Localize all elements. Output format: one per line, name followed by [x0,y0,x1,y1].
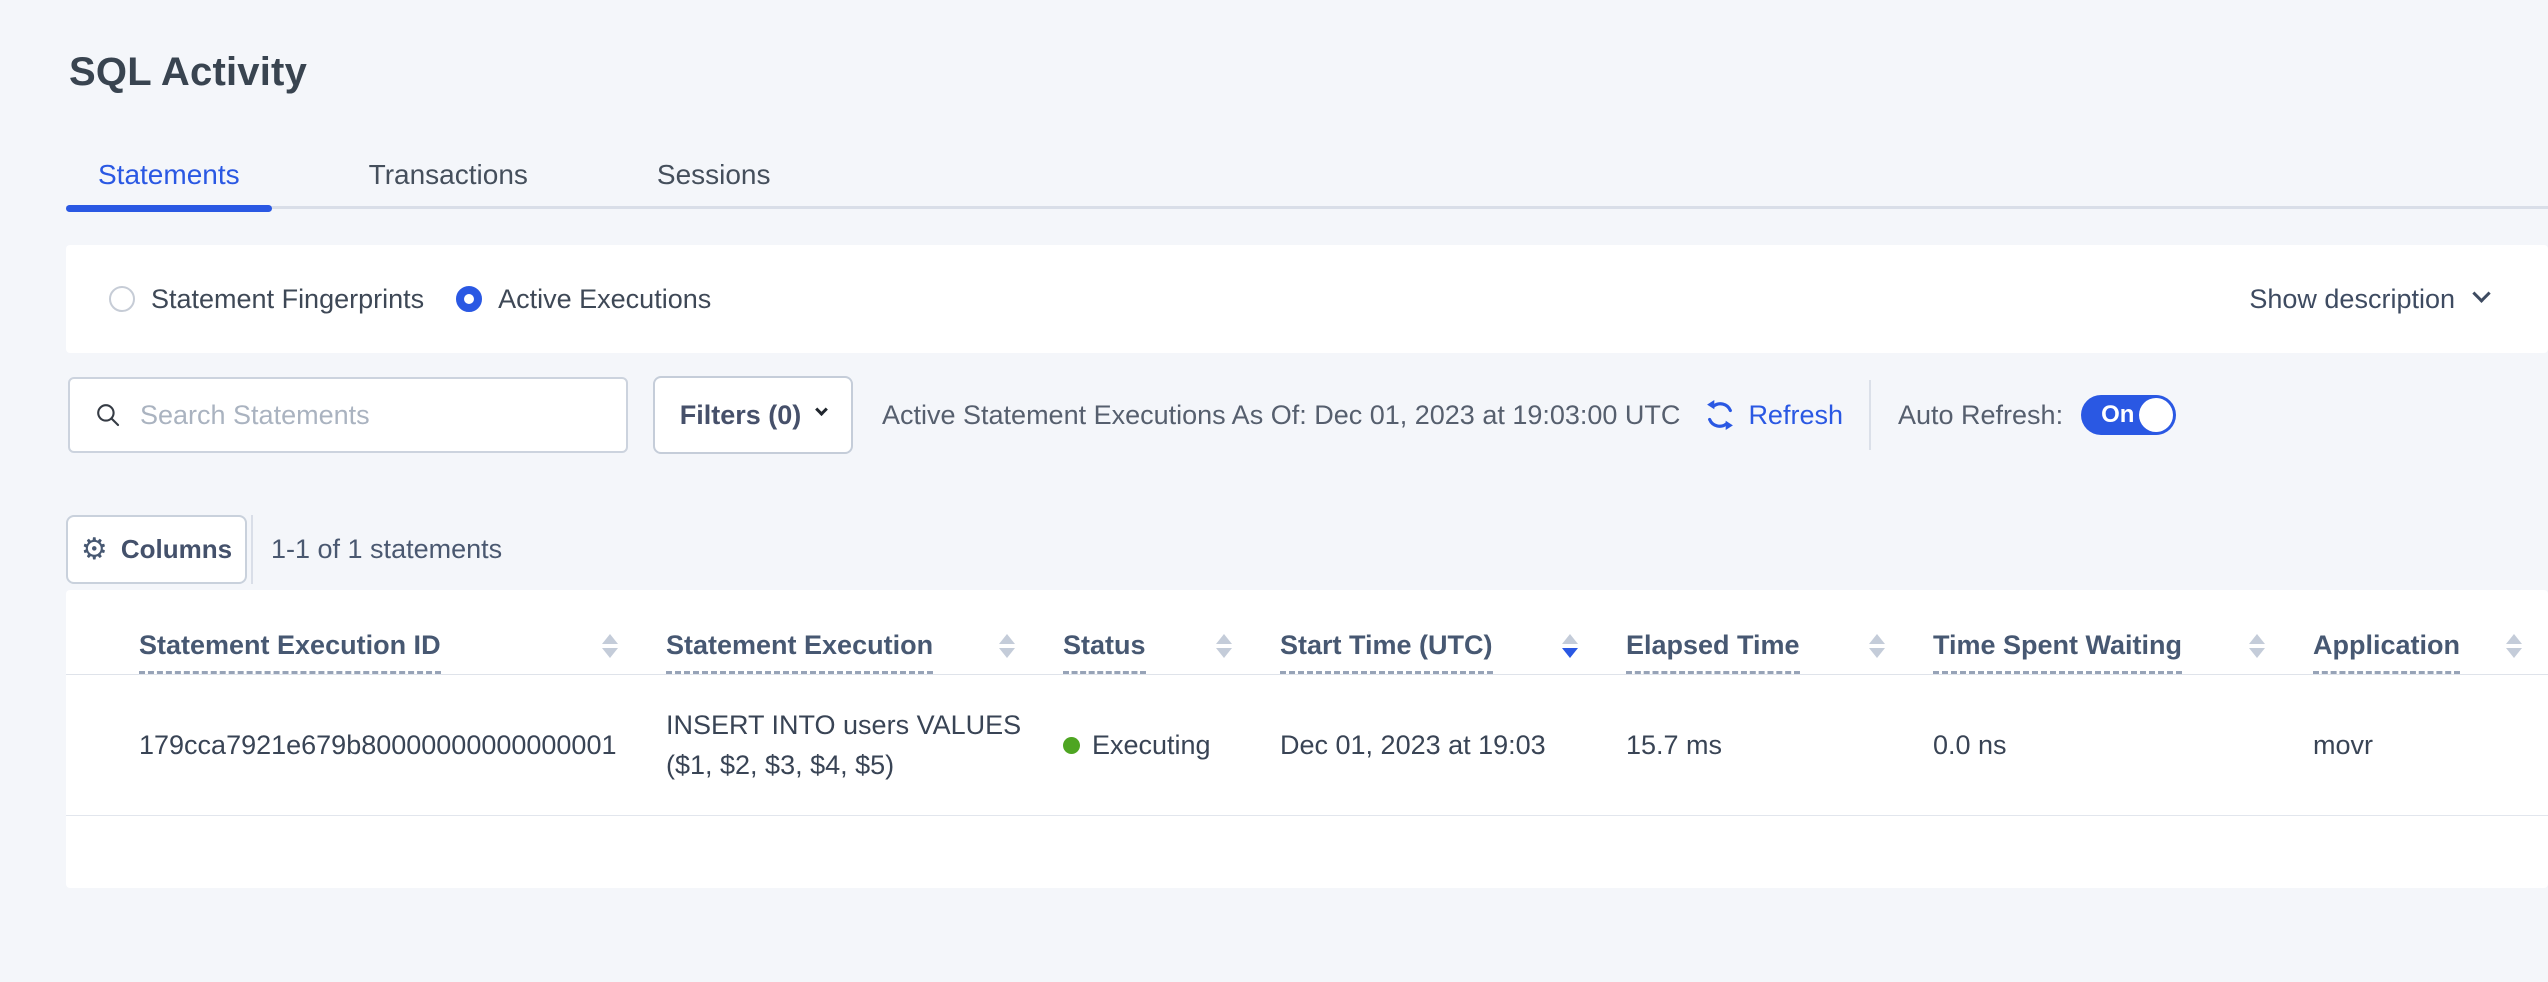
cell-start-time: Dec 01, 2023 at 19:03 [1280,730,1626,761]
show-description-toggle[interactable]: Show description [2249,284,2488,315]
search-icon [94,401,122,429]
column-header-statement-execution[interactable]: Statement Execution [666,630,1063,674]
column-header-status[interactable]: Status [1063,630,1280,674]
sort-icons [1216,634,1232,658]
column-header-start-time[interactable]: Start Time (UTC) [1280,630,1626,674]
columns-button-label: Columns [121,534,232,565]
auto-refresh-toggle[interactable]: On [2081,395,2176,435]
cell-time-spent-waiting: 0.0 ns [1933,730,2313,761]
auto-refresh-label: Auto Refresh: [1898,400,2063,431]
radio-label: Statement Fingerprints [151,284,424,315]
status-label: Executing [1092,730,1211,761]
refresh-link[interactable]: Refresh [1748,400,1843,431]
table-header-row: Statement Execution ID Statement Executi… [66,590,2548,675]
radio-icon [109,286,135,312]
radio-icon [456,286,482,312]
statements-table: Statement Execution ID Statement Executi… [66,590,2548,888]
refresh-icon[interactable] [1702,397,1738,433]
column-header-statement-execution-id[interactable]: Statement Execution ID [66,630,666,674]
table-row[interactable]: 179cca7921e679b80000000000000001 INSERT … [66,675,2548,816]
columns-button[interactable]: ⚙ Columns [66,515,247,584]
tab-transactions[interactable]: Transactions [337,140,560,209]
cell-statement: INSERT INTO users VALUES ($1, $2, $3, $4… [666,705,1063,785]
radio-label: Active Executions [498,284,711,315]
column-header-application[interactable]: Application [2313,630,2548,674]
sort-icons [2506,634,2522,658]
toolbar: Filters (0) Active Statement Executions … [68,377,2548,453]
tab-statements[interactable]: Statements [66,140,272,209]
cell-elapsed-time: 15.7 ms [1626,730,1933,761]
sort-icons [1562,634,1578,658]
cell-execution-id: 179cca7921e679b80000000000000001 [66,730,666,761]
radio-active-executions[interactable]: Active Executions [456,284,711,315]
search-box[interactable] [68,377,628,453]
gear-icon: ⚙ [81,535,108,565]
tab-sessions[interactable]: Sessions [625,140,803,209]
executing-status-dot-icon [1063,737,1080,754]
filters-label: Filters (0) [680,400,802,431]
cell-status: Executing [1063,730,1280,761]
radio-statement-fingerprints[interactable]: Statement Fingerprints [109,284,424,315]
divider [251,515,253,584]
column-header-time-spent-waiting[interactable]: Time Spent Waiting [1933,630,2313,674]
sort-icons [2249,634,2265,658]
result-count: 1-1 of 1 statements [271,534,502,565]
tab-bar: Statements Transactions Sessions [66,140,2548,209]
as-of-text: Active Statement Executions As Of: Dec 0… [882,400,1680,431]
toggle-state-label: On [2101,401,2134,429]
divider [1869,380,1871,450]
sort-icons [602,634,618,658]
page-title: SQL Activity [69,50,307,95]
sort-icons [999,634,1015,658]
sort-icons [1869,634,1885,658]
search-input[interactable] [140,400,580,431]
column-header-elapsed-time[interactable]: Elapsed Time [1626,630,1933,674]
view-mode-panel: Statement Fingerprints Active Executions… [66,245,2548,353]
filters-button[interactable]: Filters (0) [653,376,853,454]
chevron-down-icon [815,403,828,416]
show-description-label: Show description [2249,284,2455,315]
cell-application: movr [2313,730,2548,761]
toggle-knob [2139,398,2173,432]
table-controls: ⚙ Columns 1-1 of 1 statements [66,515,502,584]
chevron-down-icon [2472,284,2490,302]
